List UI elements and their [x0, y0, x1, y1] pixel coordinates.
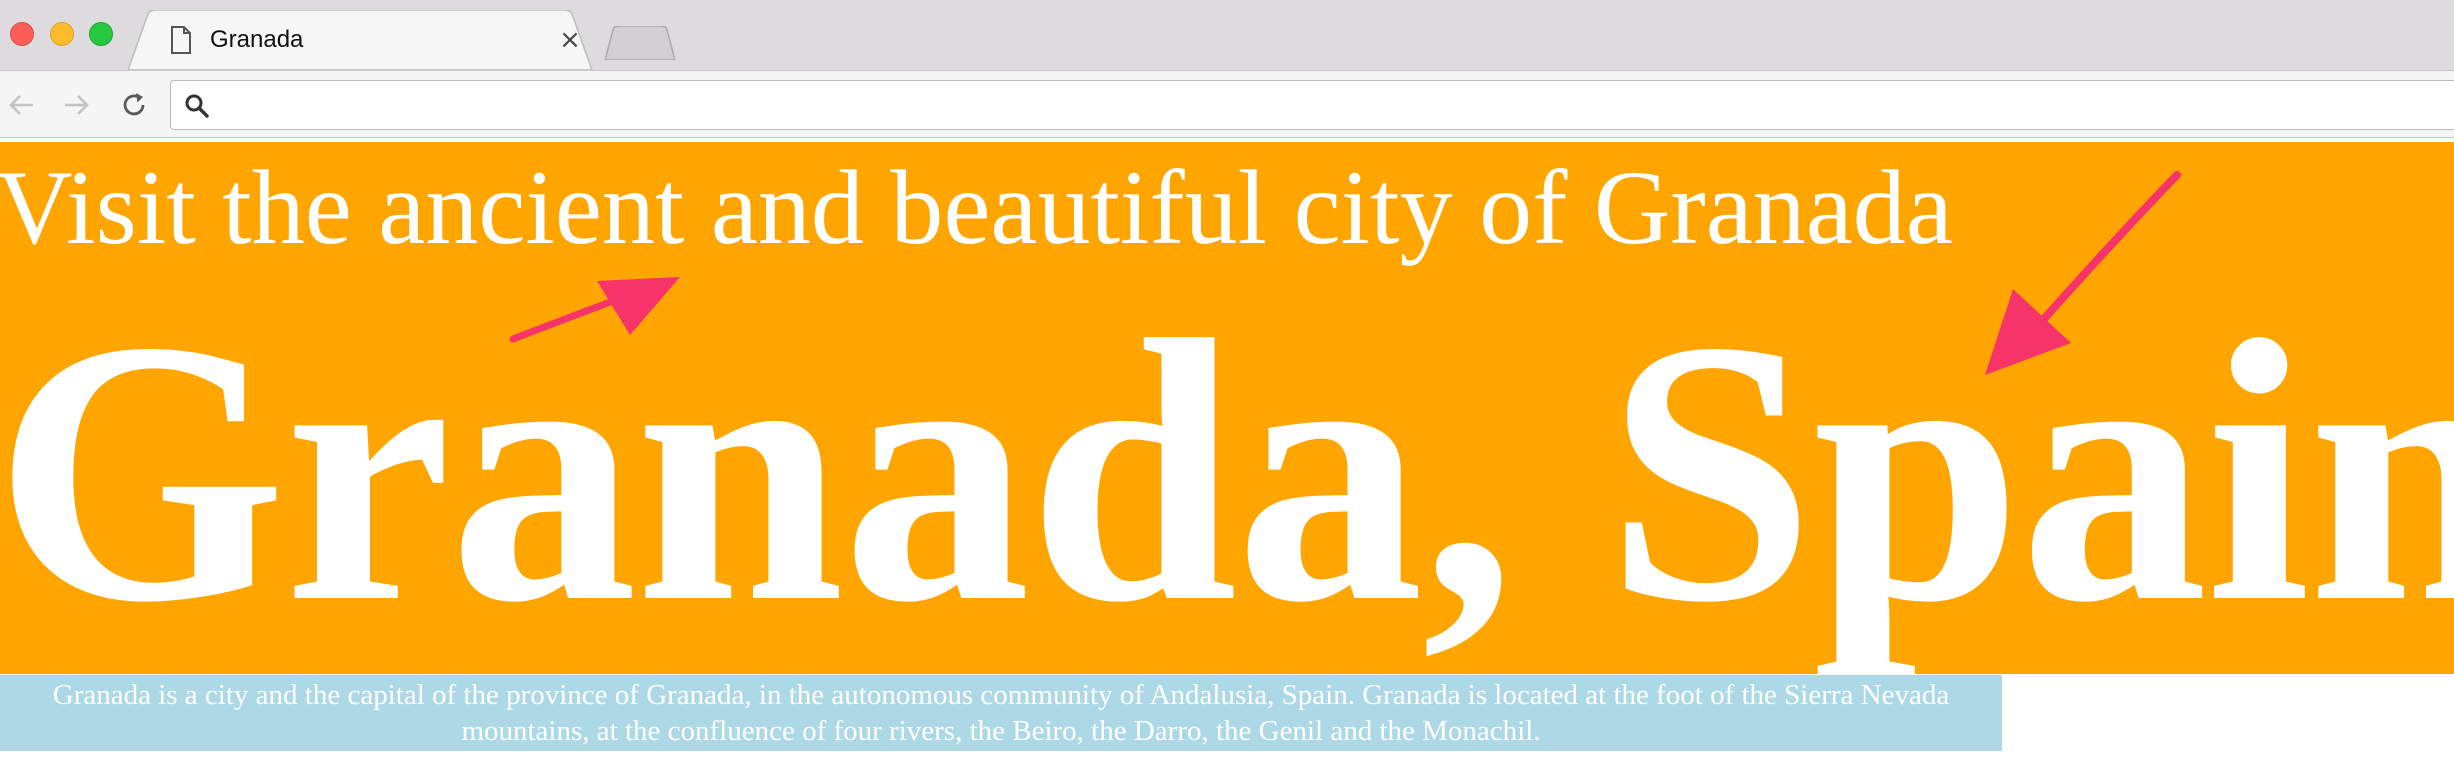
window-maximize-icon[interactable] [89, 22, 113, 46]
browser-tab[interactable]: Granada × [170, 10, 590, 70]
search-icon [185, 94, 209, 118]
back-button[interactable] [4, 87, 40, 123]
hero-banner: Visit the ancient and beautiful city of … [0, 142, 2454, 674]
address-bar[interactable] [170, 80, 2454, 130]
city-description: Granada is a city and the capital of the… [0, 675, 2002, 751]
document-icon [171, 26, 191, 54]
window-close-icon[interactable] [10, 22, 34, 46]
page-subtitle: Visit the ancient and beautiful city of … [0, 149, 1953, 266]
address-input[interactable] [221, 85, 2421, 125]
browser-tab-bar: Granada × [0, 0, 2454, 70]
reload-icon [123, 93, 145, 116]
forward-arrow-icon [65, 95, 89, 115]
browser-toolbar [0, 70, 2454, 138]
back-arrow-icon [9, 95, 33, 115]
window-minimize-icon[interactable] [50, 22, 74, 46]
page-content: Visit the ancient and beautiful city of … [0, 139, 2454, 758]
new-tab-button[interactable] [605, 26, 675, 60]
reload-button[interactable] [116, 87, 152, 123]
forward-button[interactable] [58, 87, 94, 123]
tab-title: Granada [210, 26, 304, 53]
page-headline: Granada, Spain [0, 264, 2454, 680]
tab-close-icon[interactable]: × [556, 25, 584, 55]
